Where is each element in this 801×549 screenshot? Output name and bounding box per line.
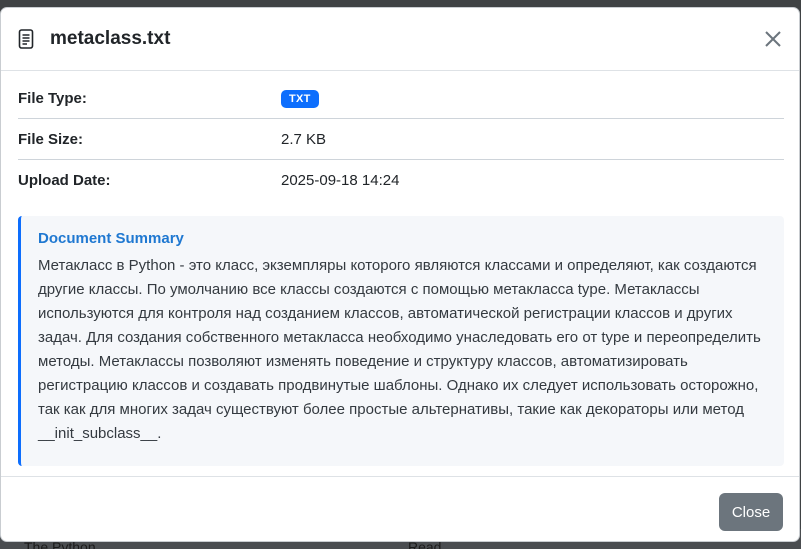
file-type-badge: TXT: [281, 89, 319, 108]
file-type-value: TXT: [281, 89, 319, 108]
upload-date-row: Upload Date: 2025-09-18 14:24: [18, 160, 784, 201]
modal-title: metaclass.txt: [50, 28, 171, 49]
upload-date-value: 2025-09-18 14:24: [281, 172, 400, 189]
summary-text: Метакласс в Python - это класс, экземпля…: [38, 257, 761, 442]
file-size-label: File Size:: [18, 130, 84, 148]
file-size-row: File Size: 2.7 KB: [18, 119, 784, 160]
upload-date-label: Upload Date:: [18, 172, 111, 189]
file-size-value: 2.7 KB: [281, 130, 327, 148]
file-type-row: File Type: TXT: [18, 72, 784, 119]
modal-body: File Type: TXT File Size: 2.7 KB Upload …: [18, 72, 784, 466]
summary-title: Document Summary: [38, 230, 184, 247]
modal-header: metaclass.txt: [1, 8, 799, 71]
document-summary: Document Summary Метакласс в Python - эт…: [18, 216, 784, 466]
modal-footer: Close: [1, 476, 799, 541]
file-text-icon: [18, 28, 34, 50]
close-button[interactable]: Close: [719, 493, 783, 531]
file-details-modal: metaclass.txt File Type: TXT File Size: …: [0, 7, 800, 542]
file-type-label: File Type:: [18, 89, 87, 107]
close-icon[interactable]: [762, 28, 784, 50]
